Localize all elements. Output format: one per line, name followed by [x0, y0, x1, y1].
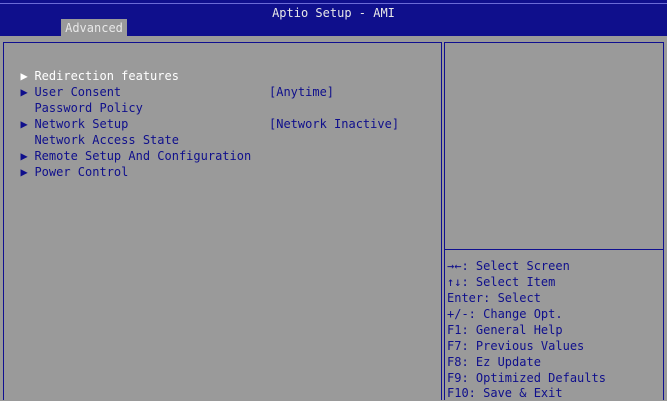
help-key-select-item: ↑↓: Select Item [447, 275, 556, 289]
menu-item-remote-setup[interactable]: ▶ Remote Setup And Configuration [6, 132, 251, 163]
menu-item-user-consent[interactable]: ▶ User Consent [6, 68, 121, 99]
help-key-select-screen: →←: Select Screen [447, 259, 570, 273]
panel-divider [441, 42, 442, 400]
help-panel-border-left [444, 42, 445, 400]
menu-item-power-control[interactable]: ▶ Power Control [6, 148, 128, 179]
help-key-general-help: F1: General Help [447, 323, 563, 337]
panel-border-top [3, 42, 441, 43]
panel-border-right [663, 42, 664, 400]
menu-item-password-policy[interactable]: Password Policy [6, 84, 142, 115]
help-key-optimized-defaults: F9: Optimized Defaults [447, 371, 606, 385]
help-panel-border-top [444, 42, 663, 43]
tab-advanced[interactable]: Advanced [61, 19, 127, 36]
help-key-save-exit: F10: Save & Exit [447, 386, 563, 400]
menu-item-network-access-state[interactable]: Network Access State [6, 116, 179, 147]
help-key-change-opt: +/-: Change Opt. [447, 307, 563, 321]
submenu-arrow-icon: ▶ [20, 165, 28, 179]
header-top-line [0, 3, 667, 4]
help-key-enter: Enter: Select [447, 291, 541, 305]
help-key-previous-values: F7: Previous Values [447, 339, 585, 353]
network-access-state-value[interactable]: [Network Inactive] [269, 116, 399, 132]
help-separator [445, 249, 663, 250]
menu-item-redirection-features[interactable]: ▶ Redirection features [6, 52, 179, 83]
menu-item-label: Power Control [34, 165, 129, 179]
menu-item-network-setup[interactable]: ▶ Network Setup [6, 100, 128, 131]
help-key-ez-update: F8: Ez Update [447, 355, 541, 369]
password-policy-value[interactable]: [Anytime] [269, 84, 334, 100]
panel-border-left [3, 42, 4, 400]
